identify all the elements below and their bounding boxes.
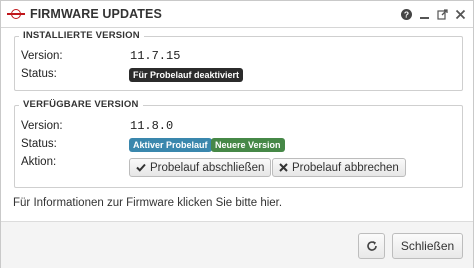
x-icon (279, 163, 288, 172)
titlebar: FIRMWARE UPDATES ? (1, 1, 473, 28)
cancel-trial-label: Probelauf abbrechen (292, 161, 399, 174)
available-version-section: VERFÜGBARE VERSION Version: 11.8.0 Statu… (14, 99, 463, 188)
firmware-info-link[interactable]: Für Informationen zur Firmware klicken S… (13, 197, 282, 209)
available-version-label: Version: (21, 120, 63, 132)
dialog-title: FIRMWARE UPDATES (30, 7, 162, 21)
logo-icon (7, 9, 25, 19)
svg-text:?: ? (404, 9, 409, 19)
action-label: Aktion: (21, 156, 57, 168)
status-badge-newer-version: Neuere Version (211, 138, 285, 152)
close-icon[interactable] (455, 9, 466, 20)
help-icon[interactable]: ? (401, 8, 412, 20)
finish-trial-label: Probelauf abschließen (150, 161, 265, 174)
refresh-button[interactable] (358, 233, 385, 259)
status-badge-disabled: Für Probelauf deaktiviert (129, 68, 244, 82)
close-button[interactable]: Schließen (392, 233, 463, 259)
cancel-trial-button[interactable]: Probelauf abbrechen (272, 158, 406, 177)
installed-version-label: Version: (21, 50, 63, 62)
refresh-icon (366, 240, 378, 252)
popout-icon[interactable] (437, 8, 448, 20)
available-status-label: Status: (21, 138, 57, 150)
finish-trial-button[interactable]: Probelauf abschließen (129, 158, 272, 177)
installed-version-section: INSTALLIERTE VERSION Version: 11.7.15 St… (14, 30, 463, 91)
available-version-value: 11.8.0 (130, 119, 174, 133)
status-badge-active-trial: Aktiver Probelauf (129, 138, 212, 152)
available-version-legend: VERFÜGBARE VERSION (19, 99, 143, 110)
installed-version-value: 11.7.15 (130, 49, 181, 63)
installed-status-label: Status: (21, 68, 57, 80)
installed-version-legend: INSTALLIERTE VERSION (19, 30, 144, 41)
close-button-label: Schließen (400, 239, 455, 253)
dialog-footer: Schließen (1, 221, 473, 268)
minimize-icon[interactable] (419, 9, 430, 20)
check-icon (136, 163, 146, 172)
firmware-updates-dialog: FIRMWARE UPDATES ? INSTALLIERTE VERSION … (0, 0, 474, 268)
